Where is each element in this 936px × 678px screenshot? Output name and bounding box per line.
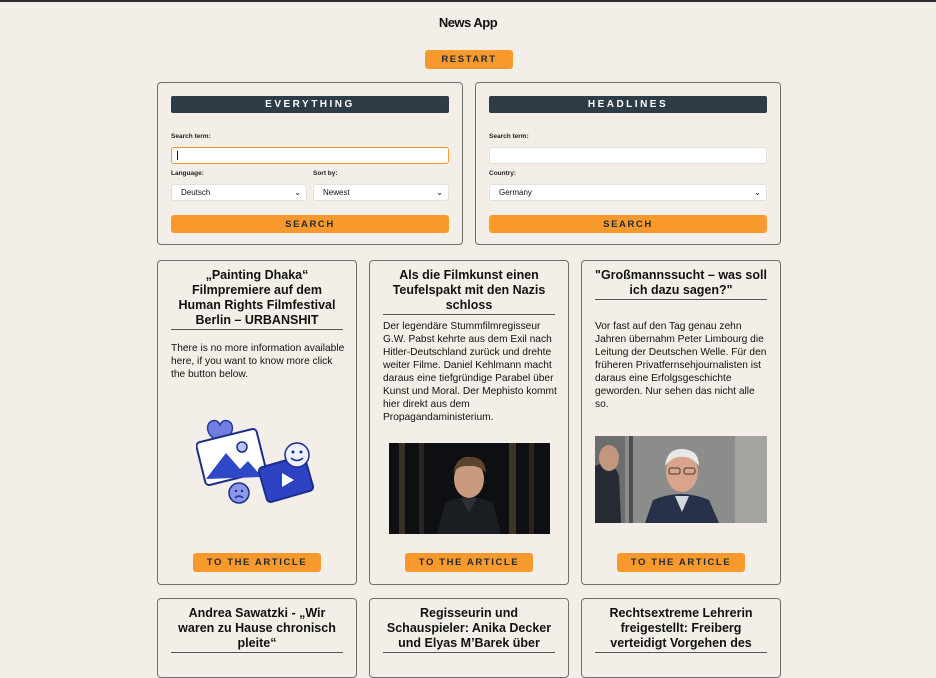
to-the-article-button[interactable]: TO THE ARTICLE — [193, 553, 321, 572]
portrait-photo-image — [389, 443, 550, 534]
article-card: „Painting Dhaka“ Filmpremiere auf dem Hu… — [157, 260, 357, 585]
article-card: "Großmannssucht – was soll ich dazu sage… — [581, 260, 781, 585]
language-select[interactable]: Deutsch ⌄ — [171, 184, 307, 201]
article-description: Vor fast auf den Tag genau zehn Jahren ü… — [595, 321, 767, 410]
text-caret — [177, 151, 178, 160]
sort-select[interactable]: Newest ⌄ — [313, 184, 449, 201]
article-description: Der legendäre Stummfilmregisseur G.W. Pa… — [383, 321, 557, 423]
everything-search-label: Search term: — [171, 133, 211, 140]
everything-search-input[interactable] — [171, 147, 449, 164]
country-select[interactable]: Germany ⌄ — [489, 184, 767, 201]
language-label: Language: — [171, 170, 204, 177]
country-select-value: Germany — [499, 188, 532, 197]
article-title: Andrea Sawatzki - „Wir waren zu Hause ch… — [171, 606, 343, 653]
article-card: Rechtsextreme Lehrerin freigestellt: Fre… — [581, 598, 781, 678]
placeholder-illustration-image — [196, 413, 320, 507]
headlines-search-label: Search term: — [489, 133, 529, 140]
article-title: Als die Filmkunst einen Teufelspakt mit … — [383, 268, 555, 315]
article-title: "Großmannssucht – was soll ich dazu sage… — [595, 268, 767, 300]
article-title: Rechtsextreme Lehrerin freigestellt: Fre… — [595, 606, 767, 653]
chevron-down-icon: ⌄ — [754, 188, 761, 197]
article-title: Regisseurin und Schauspieler: Anika Deck… — [383, 606, 555, 653]
headlines-search-input[interactable] — [489, 147, 767, 164]
top-border — [0, 0, 936, 2]
chevron-down-icon: ⌄ — [294, 188, 301, 197]
everything-search-button[interactable]: SEARCH — [171, 215, 449, 233]
sort-label: Sort by: — [313, 170, 338, 177]
article-title: „Painting Dhaka“ Filmpremiere auf dem Hu… — [171, 268, 343, 330]
article-card: Andrea Sawatzki - „Wir waren zu Hause ch… — [157, 598, 357, 678]
country-label: Country: — [489, 170, 517, 177]
article-card: Regisseurin und Schauspieler: Anika Deck… — [369, 598, 569, 678]
article-card: Als die Filmkunst einen Teufelspakt mit … — [369, 260, 569, 585]
app-title: News App — [438, 15, 498, 30]
headlines-panel: HEADLINES Search term: Country: Germany … — [475, 82, 781, 245]
headlines-heading: HEADLINES — [489, 96, 767, 113]
everything-panel: EVERYTHING Search term: Language: Deutsc… — [157, 82, 463, 245]
to-the-article-button[interactable]: TO THE ARTICLE — [405, 553, 533, 572]
interview-photo-image — [595, 436, 767, 523]
article-description: There is no more information available h… — [171, 343, 345, 380]
restart-button[interactable]: RESTART — [425, 50, 513, 69]
to-the-article-button[interactable]: TO THE ARTICLE — [617, 553, 745, 572]
everything-heading: EVERYTHING — [171, 96, 449, 113]
language-select-value: Deutsch — [181, 188, 211, 197]
headlines-search-button[interactable]: SEARCH — [489, 215, 767, 233]
chevron-down-icon: ⌄ — [436, 188, 443, 197]
sort-select-value: Newest — [323, 188, 350, 197]
